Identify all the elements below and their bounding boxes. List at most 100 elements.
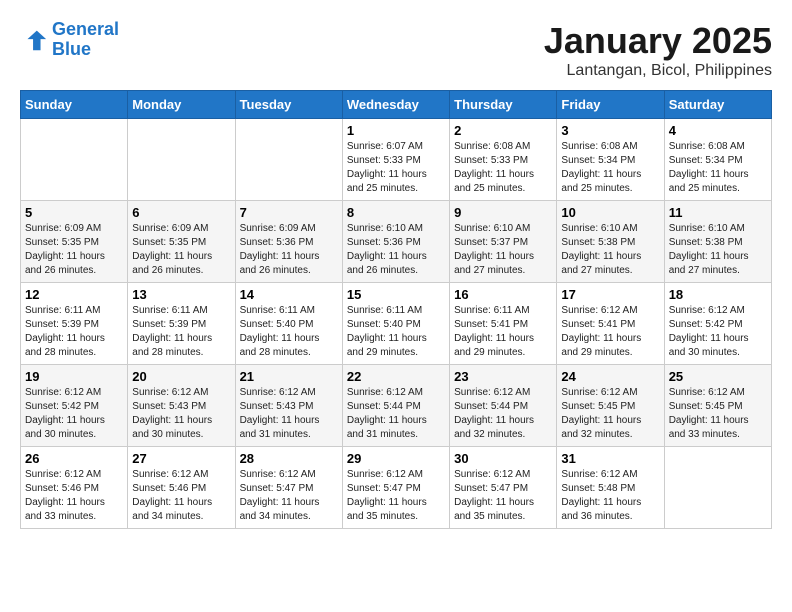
day-number: 4: [669, 123, 767, 138]
calendar-cell: 4 Sunrise: 6:08 AM Sunset: 5:34 PM Daylig…: [664, 119, 771, 201]
calendar-cell: 22 Sunrise: 6:12 AM Sunset: 5:44 PM Dayli…: [342, 365, 449, 447]
day-number: 26: [25, 451, 123, 466]
day-info: Sunrise: 6:12 AM Sunset: 5:44 PM Dayligh…: [347, 386, 445, 442]
day-number: 31: [561, 451, 659, 466]
day-number: 10: [561, 205, 659, 220]
calendar-cell: 8 Sunrise: 6:10 AM Sunset: 5:36 PM Daylig…: [342, 201, 449, 283]
calendar-cell: 19 Sunrise: 6:12 AM Sunset: 5:42 PM Dayli…: [21, 365, 128, 447]
day-number: 15: [347, 287, 445, 302]
day-number: 9: [454, 205, 552, 220]
calendar-cell: 23 Sunrise: 6:12 AM Sunset: 5:44 PM Dayli…: [450, 365, 557, 447]
day-info: Sunrise: 6:12 AM Sunset: 5:46 PM Dayligh…: [25, 468, 123, 524]
calendar-cell: 27Sunrise: 6:12 AM Sunset: 5:46 PM Dayli…: [128, 447, 235, 529]
calendar-cell: 9 Sunrise: 6:10 AM Sunset: 5:37 PM Daylig…: [450, 201, 557, 283]
day-info: Sunrise: 6:11 AM Sunset: 5:39 PM Dayligh…: [25, 304, 123, 360]
day-info: Sunrise: 6:12 AM Sunset: 5:47 PM Dayligh…: [240, 468, 338, 524]
day-number: 23: [454, 369, 552, 384]
calendar-cell: 28 Sunrise: 6:12 AM Sunset: 5:47 PM Dayli…: [235, 447, 342, 529]
calendar-cell: 17 Sunrise: 6:12 AM Sunset: 5:41 PM Dayli…: [557, 283, 664, 365]
calendar-cell: 21Sunrise: 6:12 AM Sunset: 5:43 PM Dayli…: [235, 365, 342, 447]
day-number: 18: [669, 287, 767, 302]
day-info: Sunrise: 6:11 AM Sunset: 5:40 PM Dayligh…: [347, 304, 445, 360]
day-number: 20: [132, 369, 230, 384]
weekday-header-cell: Monday: [128, 91, 235, 119]
day-info: Sunrise: 6:10 AM Sunset: 5:37 PM Dayligh…: [454, 222, 552, 278]
day-info: Sunrise: 6:12 AM Sunset: 5:46 PM Dayligh…: [132, 468, 230, 524]
calendar-cell: 15 Sunrise: 6:11 AM Sunset: 5:40 PM Dayli…: [342, 283, 449, 365]
calendar-cell: 14Sunrise: 6:11 AM Sunset: 5:40 PM Dayli…: [235, 283, 342, 365]
day-info: Sunrise: 6:12 AM Sunset: 5:45 PM Dayligh…: [669, 386, 767, 442]
weekday-header-cell: Saturday: [664, 91, 771, 119]
calendar-cell: [21, 119, 128, 201]
day-number: 29: [347, 451, 445, 466]
day-info: Sunrise: 6:08 AM Sunset: 5:34 PM Dayligh…: [669, 140, 767, 196]
header: General Blue January 2025 Lantangan, Bic…: [20, 20, 772, 80]
day-number: 2: [454, 123, 552, 138]
month-title: January 2025: [544, 20, 772, 62]
calendar-cell: [128, 119, 235, 201]
weekday-header-cell: Sunday: [21, 91, 128, 119]
day-number: 14: [240, 287, 338, 302]
day-info: Sunrise: 6:10 AM Sunset: 5:38 PM Dayligh…: [669, 222, 767, 278]
calendar-week-row: 12 Sunrise: 6:11 AM Sunset: 5:39 PM Dayli…: [21, 283, 772, 365]
calendar-cell: 24 Sunrise: 6:12 AM Sunset: 5:45 PM Dayli…: [557, 365, 664, 447]
day-info: Sunrise: 6:11 AM Sunset: 5:41 PM Dayligh…: [454, 304, 552, 360]
day-number: 24: [561, 369, 659, 384]
calendar-cell: [664, 447, 771, 529]
day-info: Sunrise: 6:12 AM Sunset: 5:44 PM Dayligh…: [454, 386, 552, 442]
day-number: 13: [132, 287, 230, 302]
day-info: Sunrise: 6:08 AM Sunset: 5:33 PM Dayligh…: [454, 140, 552, 196]
title-area: January 2025 Lantangan, Bicol, Philippin…: [544, 20, 772, 80]
calendar-cell: 16 Sunrise: 6:11 AM Sunset: 5:41 PM Dayli…: [450, 283, 557, 365]
subtitle: Lantangan, Bicol, Philippines: [544, 62, 772, 80]
day-info: Sunrise: 6:10 AM Sunset: 5:38 PM Dayligh…: [561, 222, 659, 278]
calendar-week-row: 5Sunrise: 6:09 AM Sunset: 5:35 PM Daylig…: [21, 201, 772, 283]
day-info: Sunrise: 6:12 AM Sunset: 5:42 PM Dayligh…: [25, 386, 123, 442]
calendar-cell: [235, 119, 342, 201]
day-info: Sunrise: 6:12 AM Sunset: 5:47 PM Dayligh…: [347, 468, 445, 524]
calendar-cell: 29 Sunrise: 6:12 AM Sunset: 5:47 PM Dayli…: [342, 447, 449, 529]
day-info: Sunrise: 6:12 AM Sunset: 5:41 PM Dayligh…: [561, 304, 659, 360]
day-info: Sunrise: 6:09 AM Sunset: 5:35 PM Dayligh…: [132, 222, 230, 278]
day-info: Sunrise: 6:08 AM Sunset: 5:34 PM Dayligh…: [561, 140, 659, 196]
day-info: Sunrise: 6:12 AM Sunset: 5:47 PM Dayligh…: [454, 468, 552, 524]
calendar-cell: 1 Sunrise: 6:07 AM Sunset: 5:33 PM Daylig…: [342, 119, 449, 201]
calendar-table: SundayMondayTuesdayWednesdayThursdayFrid…: [20, 90, 772, 529]
day-number: 1: [347, 123, 445, 138]
day-number: 16: [454, 287, 552, 302]
day-number: 6: [132, 205, 230, 220]
calendar-cell: 12 Sunrise: 6:11 AM Sunset: 5:39 PM Dayli…: [21, 283, 128, 365]
day-info: Sunrise: 6:12 AM Sunset: 5:43 PM Dayligh…: [132, 386, 230, 442]
weekday-header-cell: Tuesday: [235, 91, 342, 119]
day-info: Sunrise: 6:07 AM Sunset: 5:33 PM Dayligh…: [347, 140, 445, 196]
day-number: 12: [25, 287, 123, 302]
day-number: 28: [240, 451, 338, 466]
day-number: 22: [347, 369, 445, 384]
calendar-week-row: 19 Sunrise: 6:12 AM Sunset: 5:42 PM Dayli…: [21, 365, 772, 447]
calendar-cell: 13 Sunrise: 6:11 AM Sunset: 5:39 PM Dayli…: [128, 283, 235, 365]
weekday-header-cell: Thursday: [450, 91, 557, 119]
day-number: 19: [25, 369, 123, 384]
calendar-cell: 18 Sunrise: 6:12 AM Sunset: 5:42 PM Dayli…: [664, 283, 771, 365]
logo-text: General Blue: [52, 20, 119, 60]
calendar-cell: 3Sunrise: 6:08 AM Sunset: 5:34 PM Daylig…: [557, 119, 664, 201]
day-info: Sunrise: 6:10 AM Sunset: 5:36 PM Dayligh…: [347, 222, 445, 278]
calendar-cell: 31Sunrise: 6:12 AM Sunset: 5:48 PM Dayli…: [557, 447, 664, 529]
day-number: 8: [347, 205, 445, 220]
logo-icon: [20, 26, 48, 54]
day-info: Sunrise: 6:12 AM Sunset: 5:45 PM Dayligh…: [561, 386, 659, 442]
calendar-cell: 25Sunrise: 6:12 AM Sunset: 5:45 PM Dayli…: [664, 365, 771, 447]
day-info: Sunrise: 6:12 AM Sunset: 5:42 PM Dayligh…: [669, 304, 767, 360]
day-info: Sunrise: 6:11 AM Sunset: 5:39 PM Dayligh…: [132, 304, 230, 360]
day-number: 17: [561, 287, 659, 302]
calendar-cell: 11 Sunrise: 6:10 AM Sunset: 5:38 PM Dayli…: [664, 201, 771, 283]
day-number: 30: [454, 451, 552, 466]
calendar-week-row: 1 Sunrise: 6:07 AM Sunset: 5:33 PM Daylig…: [21, 119, 772, 201]
weekday-header-cell: Friday: [557, 91, 664, 119]
day-number: 7: [240, 205, 338, 220]
calendar-week-row: 26 Sunrise: 6:12 AM Sunset: 5:46 PM Dayli…: [21, 447, 772, 529]
day-number: 11: [669, 205, 767, 220]
calendar-cell: 2 Sunrise: 6:08 AM Sunset: 5:33 PM Daylig…: [450, 119, 557, 201]
calendar-cell: 5Sunrise: 6:09 AM Sunset: 5:35 PM Daylig…: [21, 201, 128, 283]
calendar-cell: 10 Sunrise: 6:10 AM Sunset: 5:38 PM Dayli…: [557, 201, 664, 283]
